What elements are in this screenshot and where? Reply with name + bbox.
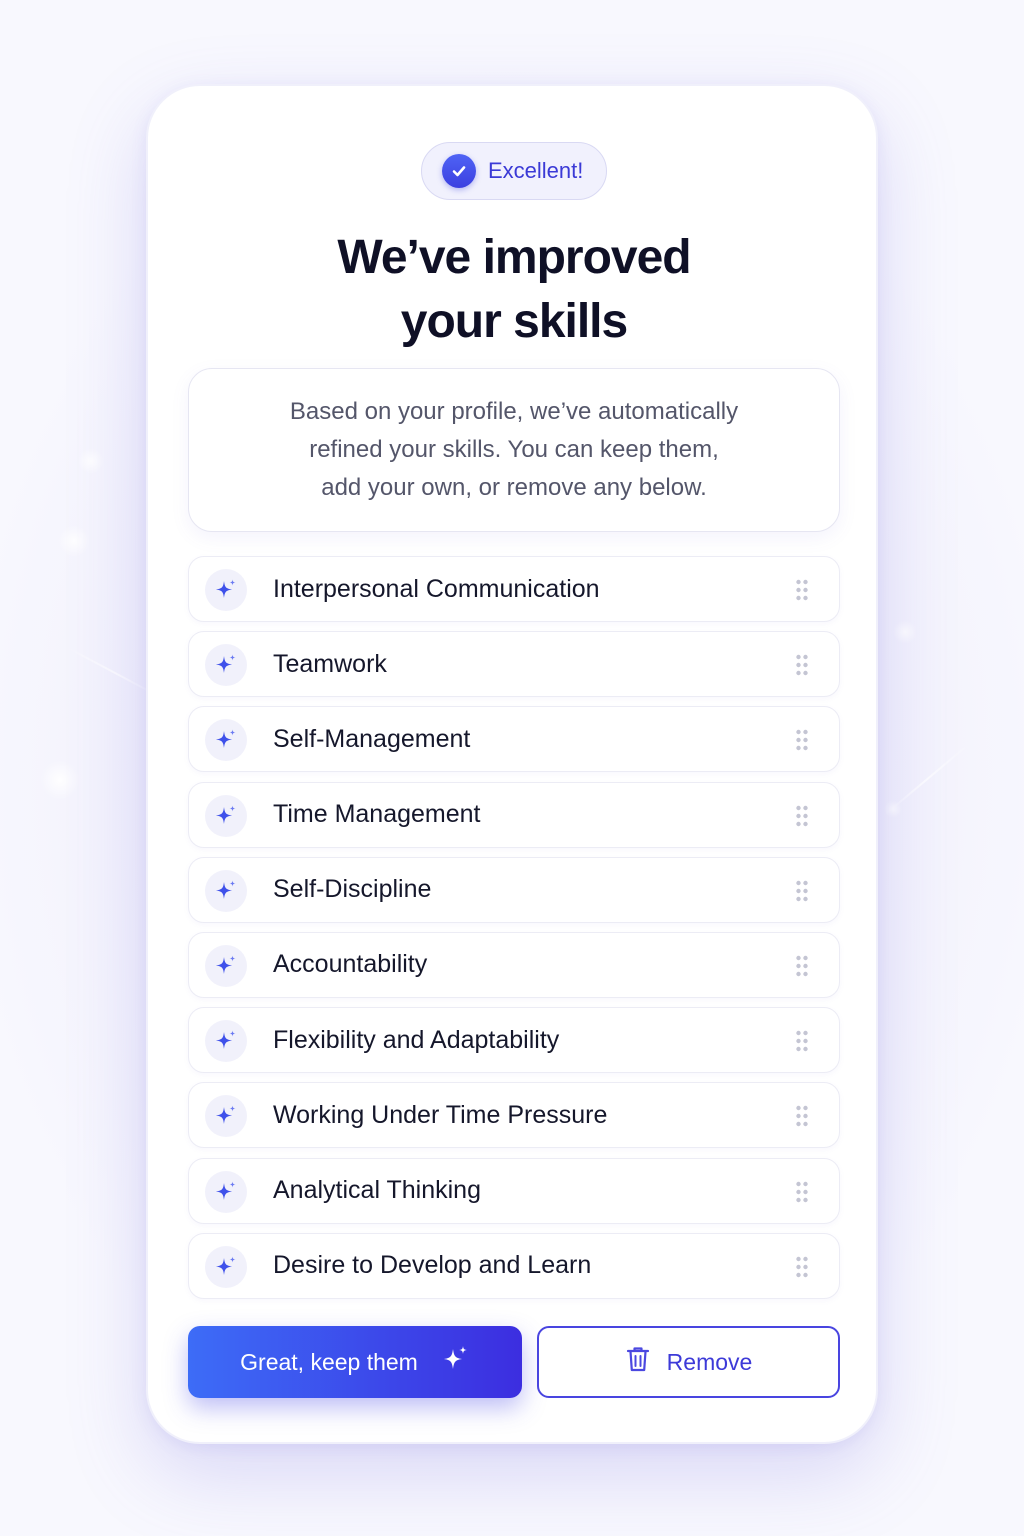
check-circle-icon: [442, 154, 476, 188]
skill-item[interactable]: Accountability: [188, 931, 840, 998]
description-box: Based on your profile, we’ve automatical…: [188, 368, 840, 532]
skill-label: Time Management: [273, 800, 481, 829]
description-line-1: Based on your profile, we’ve automatical…: [289, 398, 739, 425]
skill-label: Teamwork: [273, 649, 387, 678]
skill-item[interactable]: Interpersonal Communication: [188, 556, 840, 622]
background-sparkle: [58, 525, 90, 557]
skill-label: Desire to Develop and Learn: [273, 1251, 592, 1280]
remove-skills-button[interactable]: Remove: [537, 1326, 840, 1398]
skill-item[interactable]: Teamwork: [188, 631, 840, 698]
skill-item[interactable]: Time Management: [188, 781, 840, 848]
description-line-2: refined your skills. You can keep them,: [309, 436, 719, 463]
sparkle-icon: [205, 644, 247, 687]
drag-handle-icon[interactable]: [795, 805, 809, 827]
skills-list: Interpersonal Communication Teamwork Self-…: [188, 556, 840, 1308]
status-badge: Excellent!: [421, 142, 607, 200]
drag-handle-icon[interactable]: [795, 880, 809, 902]
background-light-streak: [882, 744, 968, 818]
skill-item[interactable]: Self-Discipline: [188, 856, 840, 923]
skill-item[interactable]: Analytical Thinking: [188, 1157, 840, 1224]
background-sparkle: [78, 448, 104, 474]
page-title: We’ve improved your skills: [148, 226, 880, 354]
drag-handle-icon[interactable]: [795, 1030, 809, 1052]
remove-skills-button-label: Remove: [666, 1348, 753, 1375]
sparkle-icon: [440, 1344, 470, 1380]
background-sparkle: [40, 760, 80, 800]
sparkle-icon: [205, 944, 247, 987]
drag-handle-icon[interactable]: [795, 1181, 809, 1203]
keep-skills-button-label: Great, keep them: [240, 1348, 418, 1375]
skill-label: Accountability: [273, 950, 428, 979]
description-text: Based on your profile, we’ve automatical…: [290, 393, 738, 507]
skill-label: Self-Management: [273, 724, 471, 753]
skill-label: Analytical Thinking: [273, 1176, 481, 1204]
drag-handle-icon[interactable]: [795, 1105, 809, 1127]
background-sparkle: [893, 620, 917, 644]
drag-handle-icon[interactable]: [795, 1256, 809, 1278]
page-title-line-2: your skills: [400, 295, 628, 348]
drag-handle-icon[interactable]: [795, 729, 809, 751]
sparkle-icon: [205, 1245, 247, 1288]
sparkle-icon: [205, 794, 247, 837]
sparkle-icon: [205, 1020, 247, 1063]
sparkle-icon: [205, 569, 247, 611]
sparkle-icon: [205, 719, 247, 762]
sparkle-icon: [205, 1095, 247, 1138]
page-title-line-1: We’ve improved: [337, 231, 691, 284]
sparkle-icon: [205, 1170, 247, 1213]
drag-handle-icon[interactable]: [795, 579, 809, 601]
keep-skills-button[interactable]: Great, keep them: [188, 1326, 522, 1398]
drag-handle-icon[interactable]: [795, 955, 809, 977]
skill-item[interactable]: Flexibility and Adaptability: [188, 1007, 840, 1074]
skill-label: Self-Discipline: [273, 875, 432, 904]
skill-label: Working Under Time Pressure: [273, 1100, 608, 1129]
skill-label: Interpersonal Communication: [273, 574, 600, 603]
skill-item[interactable]: Working Under Time Pressure: [188, 1082, 840, 1149]
skill-label: Flexibility and Adaptability: [273, 1025, 560, 1054]
skill-item[interactable]: Desire to Develop and Learn: [188, 1232, 840, 1299]
skills-card: Excellent! We’ve improved your skills Ba…: [146, 84, 878, 1444]
skill-item[interactable]: Self-Management: [188, 706, 840, 773]
drag-handle-icon[interactable]: [795, 654, 809, 676]
description-line-3: add your own, or remove any below.: [321, 474, 707, 501]
trash-icon: [625, 1345, 651, 1379]
sparkle-icon: [205, 869, 247, 912]
status-badge-label: Excellent!: [488, 158, 584, 183]
